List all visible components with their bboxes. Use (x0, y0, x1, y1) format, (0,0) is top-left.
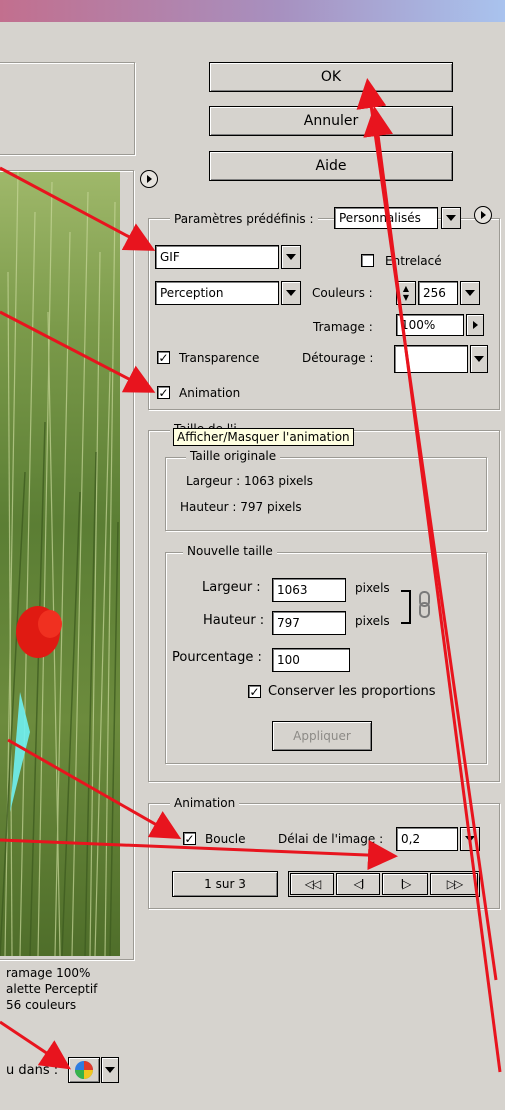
constrain-proportions-checkbox[interactable]: ✓ (248, 685, 261, 698)
original-height-text: Hauteur : 797 pixels (180, 500, 302, 514)
last-frame-button[interactable]: ▷▷ (430, 873, 478, 895)
preset-label: Paramètres prédéfinis : (170, 212, 318, 226)
preview-info-dither: ramage 100% (6, 966, 91, 980)
file-info-panel (0, 62, 135, 155)
chevron-down-icon (286, 254, 296, 260)
new-width-label: Largeur : (202, 580, 261, 595)
percent-label: Pourcentage : (172, 650, 262, 665)
loop-checkbox[interactable]: ✓ (183, 832, 196, 845)
chain-link-icon (419, 591, 430, 618)
cancel-button[interactable]: Annuler (209, 106, 453, 136)
preview-info-palette: alette Perceptif (6, 982, 98, 996)
colors-dropdown-button[interactable] (460, 281, 480, 305)
frame-counter: 1 sur 3 (172, 871, 278, 897)
interlaced-label: Entrelacé (385, 254, 442, 268)
original-size-legend: Taille originale (186, 449, 281, 463)
dither-input[interactable]: 100% (396, 314, 464, 336)
interlaced-checkbox[interactable] (361, 254, 374, 267)
chevron-down-icon (474, 356, 484, 362)
window-titlebar (0, 0, 505, 22)
percent-input[interactable]: 100 (272, 648, 350, 672)
matte-input[interactable] (394, 345, 468, 373)
chevron-down-icon (446, 215, 456, 221)
format-dropdown-button[interactable] (281, 245, 301, 269)
new-size-legend: Nouvelle taille (183, 544, 277, 558)
constrain-link-bracket (401, 590, 411, 624)
stepper-down-icon: ▼ (402, 293, 410, 302)
preset-menu-button[interactable] (474, 206, 492, 224)
help-button[interactable]: Aide (209, 151, 453, 181)
palette-select[interactable]: Perception (155, 281, 279, 305)
grass-image (0, 172, 119, 956)
colors-stepper[interactable]: ▲ ▼ (396, 281, 416, 305)
stepper-up-icon: ▲ (402, 284, 410, 293)
apply-button[interactable]: Appliquer (272, 721, 372, 751)
new-width-unit: pixels (355, 581, 390, 595)
next-frame-button[interactable]: I▷ (382, 873, 428, 895)
annotation-arrow-browser (0, 1020, 71, 1070)
browser-globe-icon (75, 1061, 93, 1079)
preview-info-colors: 56 couleurs (6, 998, 77, 1012)
animation-label: Animation (179, 386, 241, 400)
animation-tooltip: Afficher/Masquer l'animation (173, 428, 354, 446)
colors-input[interactable]: 256 (418, 281, 458, 305)
loop-label: Boucle (205, 832, 246, 846)
frame-delay-dropdown-button[interactable] (460, 827, 480, 851)
play-arrow-icon (480, 211, 486, 219)
chevron-down-icon (286, 290, 296, 296)
preview-image[interactable] (0, 172, 120, 956)
slider-arrow-icon (472, 321, 478, 329)
palette-dropdown-button[interactable] (281, 281, 301, 305)
dither-slider-button[interactable] (466, 314, 484, 336)
original-width-text: Largeur : 1063 pixels (186, 474, 313, 488)
frame-delay-label: Délai de l'image : (278, 832, 384, 846)
optimize-menu-button[interactable] (140, 170, 158, 188)
original-size-group (165, 457, 487, 531)
new-height-unit: pixels (355, 614, 390, 628)
ok-button[interactable]: OK (209, 62, 453, 92)
dither-label: Tramage : (313, 320, 373, 334)
matte-label: Détourage : (302, 351, 374, 365)
new-height-input[interactable]: 797 (272, 611, 346, 635)
preview-in-label: u dans : (6, 1063, 59, 1078)
colors-label: Couleurs : (312, 286, 373, 300)
matte-dropdown-button[interactable] (470, 345, 488, 373)
chevron-down-icon (105, 1067, 115, 1073)
frame-delay-select[interactable]: 0,2 (396, 827, 458, 851)
transparency-label: Transparence (179, 351, 260, 365)
play-arrow-icon (146, 175, 152, 183)
format-select[interactable]: GIF (155, 245, 279, 269)
transparency-checkbox[interactable]: ✓ (157, 351, 170, 364)
new-height-label: Hauteur : (203, 613, 265, 628)
chevron-down-icon (465, 290, 475, 296)
preset-select[interactable]: Personnalisés (334, 207, 438, 229)
chevron-down-icon (465, 836, 475, 842)
browser-dropdown-button[interactable] (101, 1057, 119, 1083)
preset-dropdown-button[interactable] (441, 207, 461, 229)
constrain-proportions-label: Conserver les proportions (268, 684, 436, 699)
browser-preview-button[interactable] (68, 1057, 100, 1083)
first-frame-button[interactable]: ◁◁ (290, 873, 334, 895)
new-width-input[interactable]: 1063 (272, 578, 346, 602)
previous-frame-button[interactable]: ◁I (336, 873, 380, 895)
animation-checkbox[interactable]: ✓ (157, 386, 170, 399)
animation-legend: Animation (170, 796, 240, 810)
